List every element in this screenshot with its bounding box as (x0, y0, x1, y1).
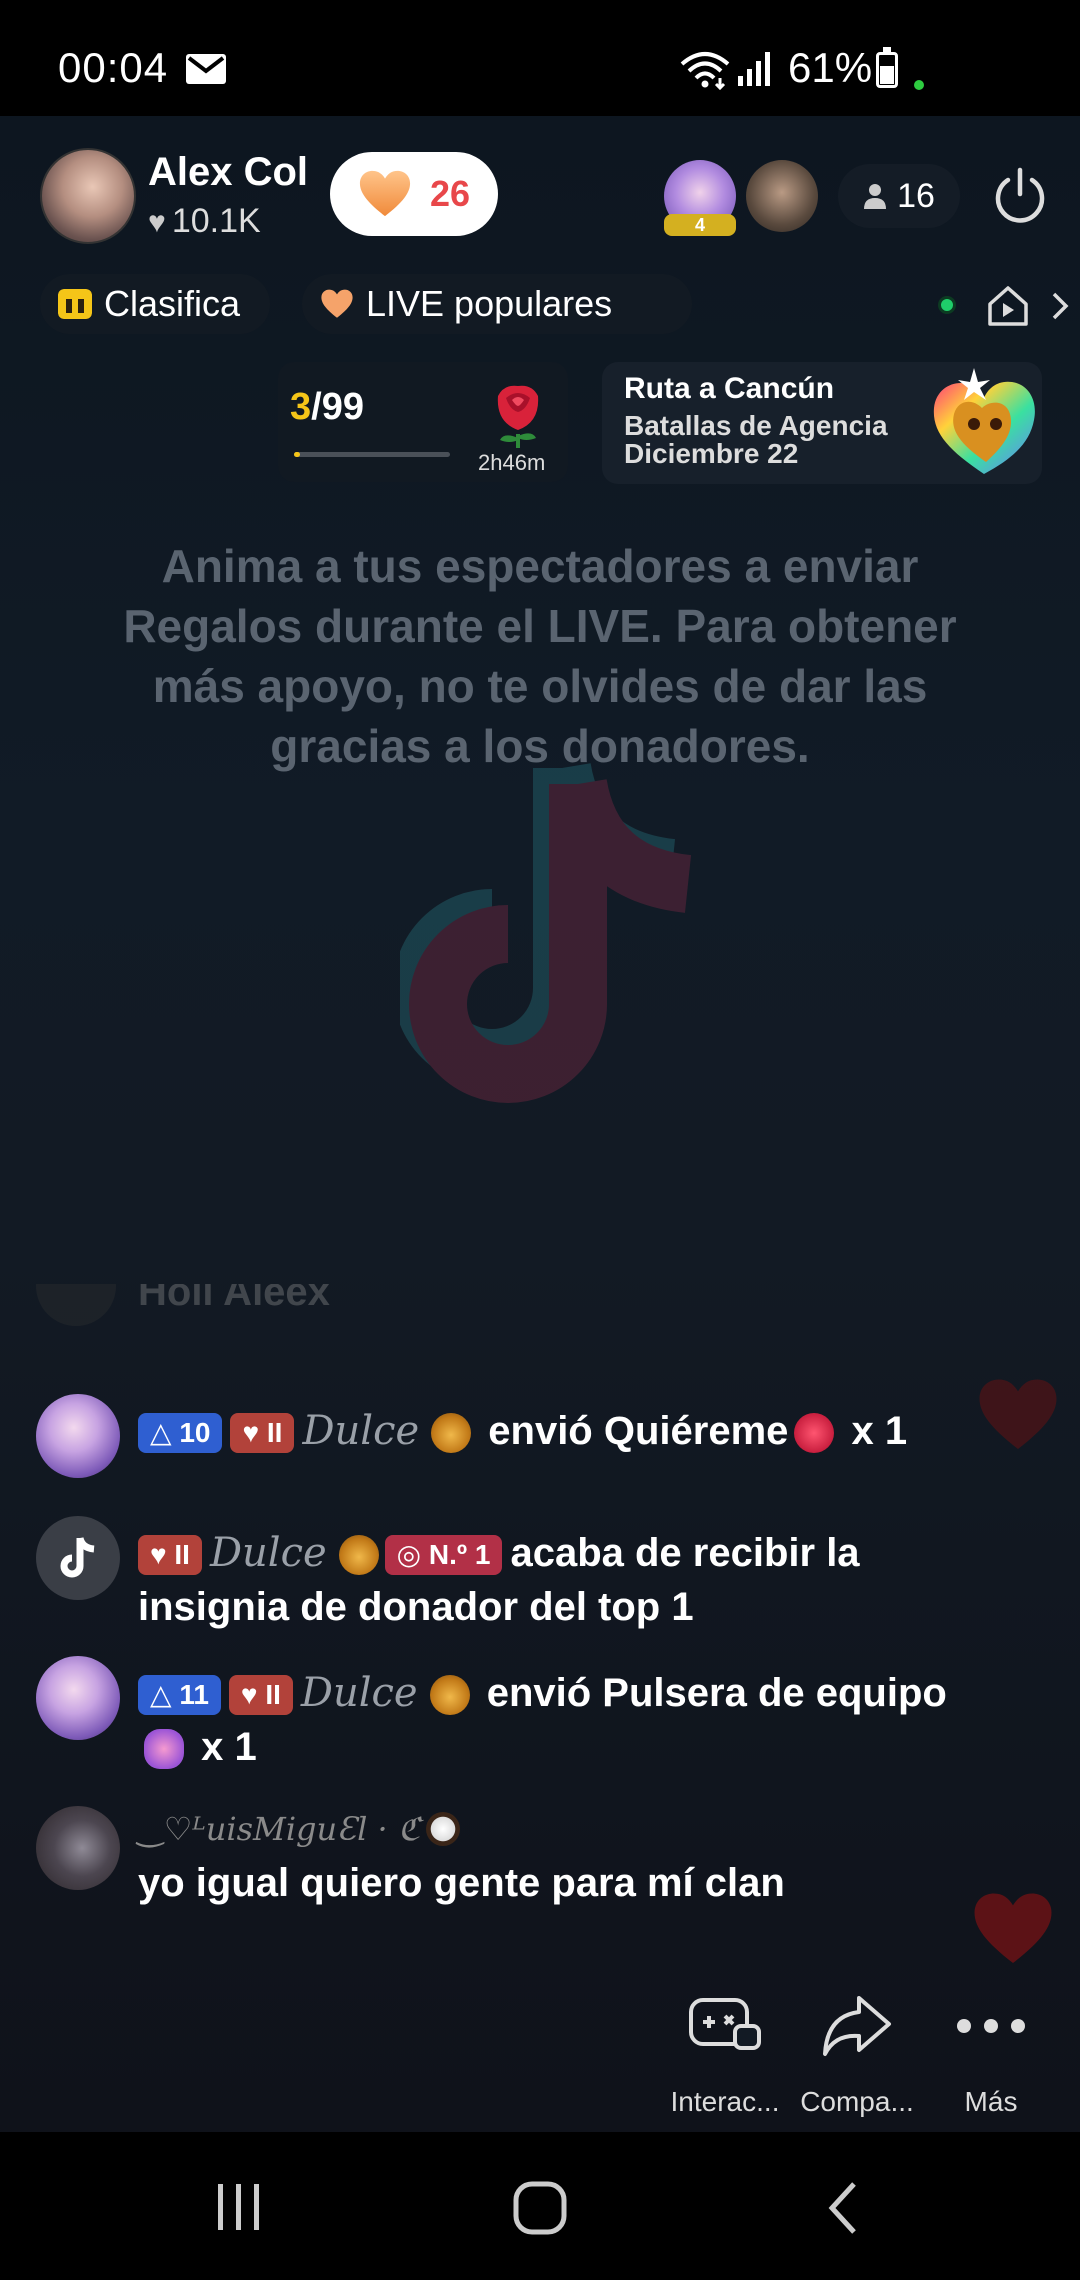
gift-quantity: x 1 (201, 1725, 257, 1769)
ranking-label: Clasifica (104, 283, 241, 324)
chat-body: △ 11 ♥ II Dulce envió Pulsera de equipo x … (138, 1666, 1018, 1774)
gift-quantity: x 1 (851, 1409, 908, 1453)
chat-text: Holi Aleex (138, 1284, 330, 1314)
battery-percent: 61% (788, 44, 873, 91)
wifi-icon (680, 52, 730, 90)
privacy-dot (914, 80, 924, 90)
more-dots-icon (957, 2019, 1025, 2033)
level-badge: △ 11 (138, 1675, 221, 1716)
host-name: Alex Col (148, 150, 309, 194)
faded-chat-message: Holi Aleex (36, 1284, 736, 1328)
orange-heart-icon (359, 170, 411, 217)
lion-icon (431, 1413, 472, 1454)
top-donor-badge: ◎ N.º 1 (384, 1535, 503, 1576)
gift-count: 26 (429, 173, 471, 214)
rank-current: 3 (290, 386, 312, 428)
coffee-icon (426, 1812, 461, 1847)
chat-username[interactable]: Dulce (301, 1670, 418, 1716)
floating-heart-icon (979, 1379, 1057, 1450)
tiktok-watermark-icon (400, 762, 692, 1103)
rank-progress-fill (294, 452, 301, 457)
battery-icon (876, 47, 898, 88)
chat-username[interactable]: Dulce (302, 1408, 419, 1454)
system-nav-bar (0, 2132, 1080, 2280)
rainbow-heart-icon (933, 368, 1035, 474)
gift-heart-icon (794, 1413, 835, 1454)
status-time: 00:04 (58, 44, 169, 91)
game-controller-icon (689, 1998, 761, 2050)
level-number: 10 (179, 1417, 211, 1449)
level-badge: △ 10 (138, 1413, 223, 1454)
rank-total: /99 (311, 386, 364, 428)
live-home-icon[interactable] (986, 284, 1030, 328)
likes-count: 10.1K (171, 202, 261, 240)
game-controller-icon (58, 289, 92, 319)
popular-live-chip[interactable]: LIVE populares (302, 274, 692, 334)
person-icon (864, 184, 887, 209)
share-arrow-icon (823, 1996, 891, 2056)
popular-label: LIVE populares (366, 283, 613, 324)
chevron-right-icon[interactable] (1050, 288, 1072, 324)
event-date: Diciembre 22 (624, 438, 799, 469)
viewer-count: 16 (897, 176, 935, 215)
viewer-rank-badge: 4 (664, 214, 736, 236)
chat-text: envió Pulsera de equipo (486, 1671, 947, 1715)
like-heart-icon: ♥ (148, 206, 166, 239)
chat-avatar (36, 1284, 116, 1326)
status-bar: 00:04 61% (0, 0, 1080, 116)
rank-progress-bar (294, 452, 450, 457)
online-status-dot (938, 296, 956, 314)
fan-level: II (174, 1539, 190, 1571)
chat-username[interactable]: ‿♡ᴸuisMiguƐl · ℭ (138, 1810, 420, 1848)
rank-timer: 2h46m (478, 450, 546, 475)
streamer-tip: Anima a tus espectadores a enviar Regalo… (123, 540, 957, 772)
chat-avatar[interactable] (36, 1656, 120, 1740)
chat-avatar[interactable] (36, 1394, 120, 1478)
rose-icon (497, 385, 539, 448)
top-viewer-avatar-1[interactable]: 4 (664, 160, 736, 236)
fan-level: II (266, 1417, 283, 1449)
host-info[interactable]: Alex Col ♥ 10.1K (40, 146, 308, 246)
recent-apps-icon[interactable] (214, 2182, 264, 2232)
chat-body: ♥ II Dulce ◎ N.º 1 acaba de recibir la insi… (138, 1526, 1018, 1634)
top-viewer-avatar-2[interactable] (746, 160, 818, 232)
home-icon[interactable] (512, 2180, 568, 2236)
level-number: 11 (179, 1679, 209, 1711)
rank-position: 3/99 (290, 386, 364, 429)
orange-heart-icon (321, 289, 353, 318)
lion-icon (338, 1535, 379, 1576)
viewer-count-pill[interactable]: 16 (838, 164, 960, 228)
back-icon[interactable] (826, 2180, 862, 2236)
lion-icon (429, 1675, 470, 1716)
chat-avatar (36, 1516, 120, 1600)
host-likes: ♥ 10.1K (148, 202, 261, 241)
fan-club-badge: ♥ II (228, 1675, 293, 1716)
chat-avatar[interactable] (36, 1806, 120, 1890)
event-title: Ruta a Cancún (624, 372, 835, 405)
chat-text: yo igual quiero gente para mí clan (138, 1861, 785, 1905)
chat-text: envió Quiéreme (488, 1409, 789, 1453)
event-banner[interactable]: Ruta a Cancún Batallas de Agencia Diciem… (602, 362, 1042, 484)
power-icon[interactable] (990, 166, 1050, 226)
mail-icon (186, 54, 226, 84)
gift-counter-pill[interactable]: 26 (330, 152, 498, 236)
team-bracelet-icon (144, 1729, 184, 1770)
fan-level: II (265, 1679, 281, 1711)
share-label: Compa... (800, 2086, 914, 2117)
ranking-chip[interactable]: Clasifica (40, 274, 270, 334)
signal-icon (738, 52, 770, 86)
chat-body: △ 10 ♥ II Dulce envió Quiéreme x 1 (138, 1404, 1018, 1458)
hourly-rank-card[interactable]: 3/99 2h46m (278, 362, 568, 482)
floating-heart-icon (974, 1893, 1052, 1964)
fan-club-badge: ♥ II (138, 1535, 202, 1576)
host-avatar[interactable] (40, 148, 136, 244)
tiktok-icon (60, 1537, 95, 1578)
interact-label: Interac... (670, 2086, 780, 2117)
chat-username[interactable]: Dulce (210, 1530, 327, 1576)
more-label: Más (964, 2086, 1018, 2117)
fan-club-badge: ♥ II (230, 1413, 295, 1454)
chat-body: ‿♡ᴸuisMiguƐl · ℭ yo igual quiero gente p… (138, 1800, 1018, 1910)
live-screen: Alex Col ♥ 10.1K 26 4 16 Clasifica LIVE … (0, 116, 1080, 2132)
donor-rank: N.º 1 (428, 1539, 491, 1571)
